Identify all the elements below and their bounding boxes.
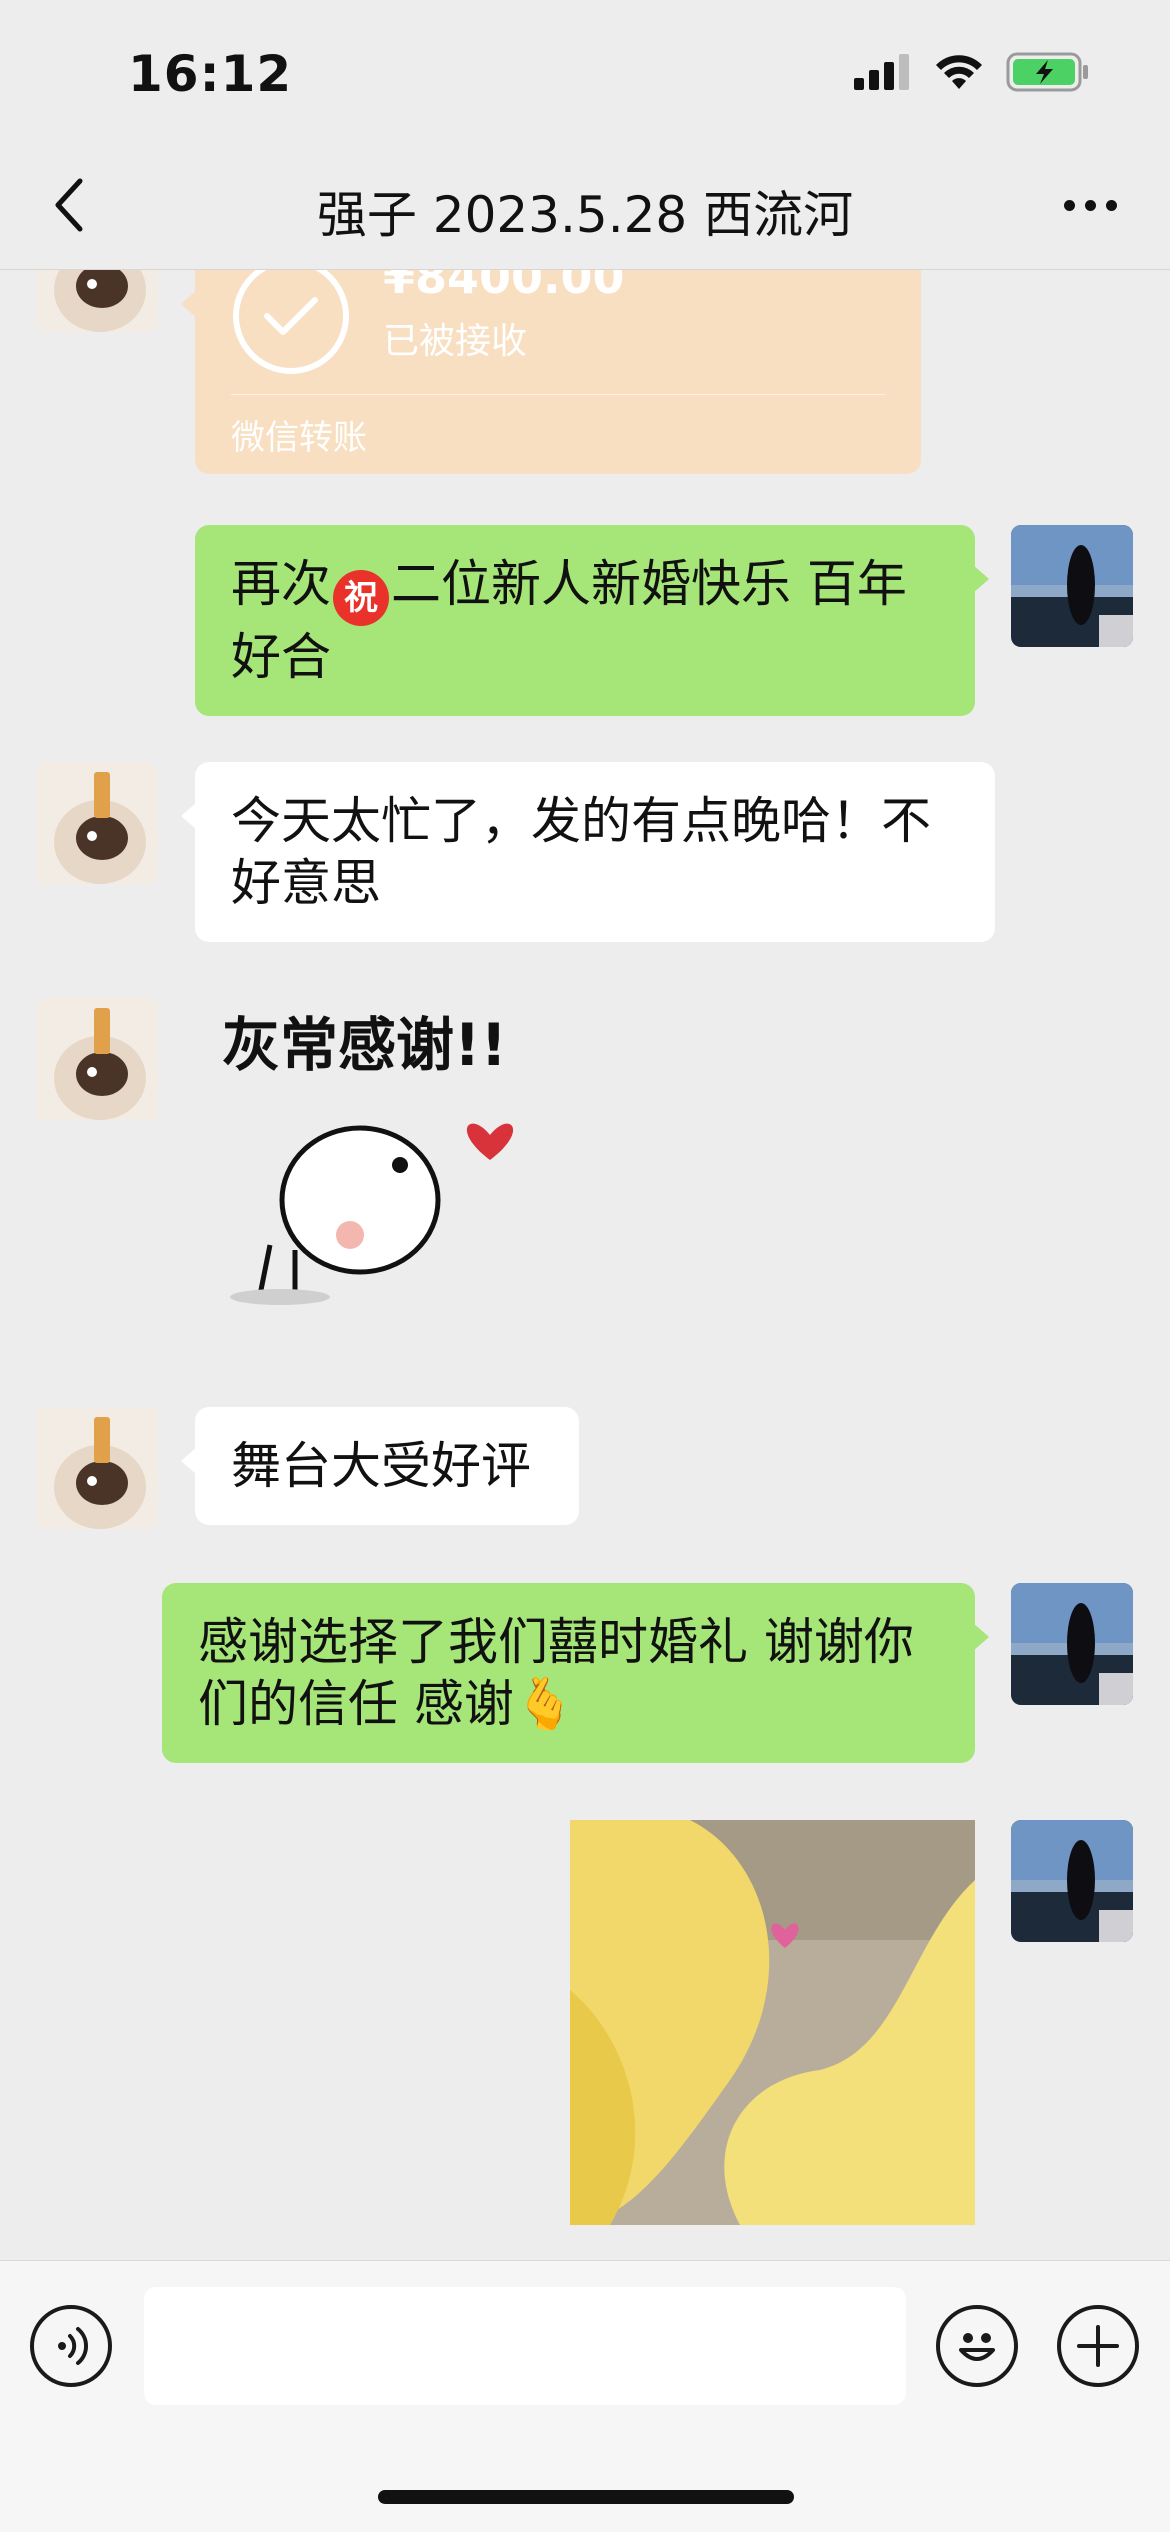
- home-indicator[interactable]: [378, 2490, 794, 2504]
- check-icon: [233, 270, 349, 374]
- chat-area[interactable]: ¥8400.00 已被接收 微信转账 再次祝二位新人新婚快乐 百年好合 今天太忙…: [0, 270, 1170, 2260]
- avatar-self[interactable]: [1011, 1583, 1133, 1705]
- voice-icon: [58, 2327, 89, 2365]
- status-time: 16:12: [128, 45, 293, 103]
- smiley-icon: [959, 2333, 995, 2361]
- more-dot: [1105, 199, 1117, 211]
- divider: [231, 394, 885, 395]
- more-dot: [1063, 199, 1075, 211]
- wifi-icon: [936, 55, 982, 89]
- sticker-caption: 灰常感谢!!: [222, 1011, 507, 1079]
- message-bubble-outgoing[interactable]: 再次祝二位新人新婚快乐 百年好合: [195, 525, 989, 716]
- image-message[interactable]: [570, 1820, 975, 2225]
- chat-title: 强子 2023.5.28 西流河: [316, 186, 854, 244]
- transfer-status: 已被接收: [383, 321, 528, 362]
- avatar-self[interactable]: [1011, 525, 1133, 647]
- message-text: 感谢选择了我们囍时婚礼 谢谢你们的信任 感谢🫰: [198, 1613, 914, 1733]
- message-bubble-incoming[interactable]: 今天太忙了，发的有点晚哈！不好意思: [181, 762, 995, 942]
- avatar-contact[interactable]: [36, 762, 158, 884]
- more-button[interactable]: [1050, 180, 1130, 230]
- more-dot: [1084, 199, 1096, 211]
- avatar-contact[interactable]: [36, 1407, 158, 1529]
- add-button[interactable]: [1057, 2305, 1139, 2387]
- plus-icon: [1077, 2325, 1119, 2367]
- top-bar: 16:12 强子 2023.5.28 西流河: [0, 0, 1170, 270]
- message-text: 舞台大受好评: [231, 1437, 531, 1495]
- battery-icon: [1006, 52, 1088, 92]
- sticker-message[interactable]: 灰常感谢!!: [200, 995, 560, 1305]
- congrats-emoji-icon: 祝: [333, 570, 389, 626]
- transfer-footer: 微信转账: [231, 418, 367, 458]
- avatar-self[interactable]: [1011, 1820, 1133, 1942]
- transfer-card[interactable]: ¥8400.00 已被接收 微信转账: [181, 270, 921, 474]
- voice-button[interactable]: [30, 2305, 112, 2387]
- back-button[interactable]: [40, 170, 100, 240]
- message-text: 再次: [231, 555, 331, 613]
- avatar-contact[interactable]: [36, 998, 158, 1120]
- message-text: 二位新人新婚快乐 百年好合: [231, 555, 907, 686]
- avatar-contact[interactable]: [36, 270, 158, 332]
- message-bubble-outgoing[interactable]: 感谢选择了我们囍时婚礼 谢谢你们的信任 感谢🫰: [162, 1583, 989, 1763]
- chevron-left-icon: [55, 178, 83, 232]
- transfer-amount: ¥8400.00: [383, 270, 625, 304]
- signal-icon: [854, 54, 909, 90]
- status-icons: [854, 52, 1090, 92]
- message-bubble-incoming[interactable]: 舞台大受好评: [181, 1407, 579, 1525]
- emoji-button[interactable]: [936, 2305, 1018, 2387]
- message-text: 今天太忙了，发的有点晚哈！不好意思: [231, 792, 931, 912]
- message-input[interactable]: [144, 2287, 906, 2405]
